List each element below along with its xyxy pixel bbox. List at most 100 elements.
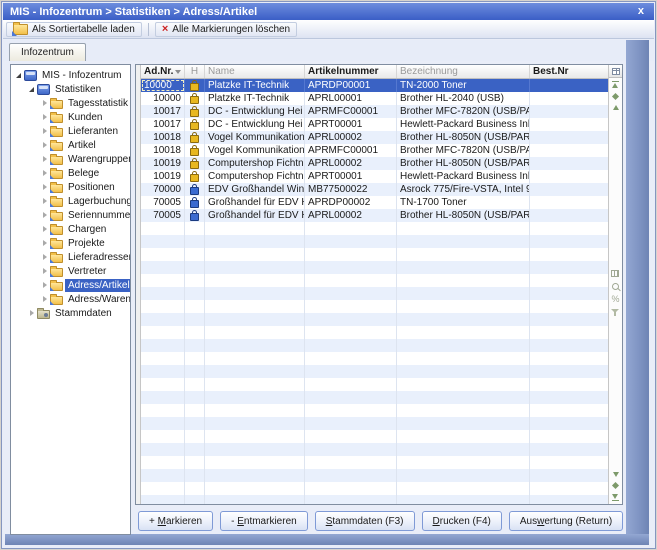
load-sort-table-button[interactable]: Als Sortiertabelle laden [6,22,142,37]
expand-arrow-icon[interactable] [40,282,49,288]
mark-button[interactable]: + Markieren [138,511,213,531]
folder-icon [50,226,63,235]
expand-arrow-icon[interactable] [27,310,36,316]
collapse-arrow-icon[interactable] [14,73,23,78]
column-header-artikelnummer[interactable]: Artikelnummer [305,65,397,78]
empty-cell [530,274,608,287]
table-row[interactable]: 10017DC - Entwicklung HeiAPRMFC00001Brot… [141,105,608,118]
unmark-button[interactable]: - Entmarkieren [220,511,308,531]
expand-arrow-icon[interactable] [40,100,49,106]
tree-item-adress-artikel[interactable]: Adress/Artikel [11,278,130,292]
expand-arrow-icon[interactable] [40,296,49,302]
table-row[interactable]: 10018Vogel KommunikationAPRL00002Brother… [141,131,608,144]
table-row[interactable]: 70005Großhandel für EDV HAPRDP00002TN-17… [141,196,608,209]
scroll-up-icon[interactable] [613,105,619,110]
table-row[interactable]: 10018Vogel KommunikationAPRMFC00001Broth… [141,144,608,157]
empty-cell [185,300,205,313]
cell-artikelnummer: APRL00002 [305,157,397,170]
tree-item-projekte[interactable]: Projekte [11,236,130,250]
jump-up-icon[interactable] [612,93,619,100]
empty-cell [141,222,185,235]
expand-arrow-icon[interactable] [40,226,49,232]
close-button[interactable]: x [635,6,647,17]
columns-icon[interactable] [611,270,619,277]
expand-arrow-icon[interactable] [40,198,49,204]
tree-item-artikel[interactable]: Artikel [11,138,130,152]
filter-icon[interactable] [611,309,619,313]
tree-item-mis-infozentrum[interactable]: MIS - Infozentrum [11,68,130,82]
collapse-arrow-icon[interactable] [27,87,36,92]
cell-bestnr [530,92,608,105]
expand-arrow-icon[interactable] [40,268,49,274]
tree-item-warengruppen[interactable]: Warengruppen [11,152,130,166]
empty-cell [305,378,397,391]
empty-cell [530,261,608,274]
expand-arrow-icon[interactable] [40,184,49,190]
search-icon[interactable] [612,283,619,290]
go-last-icon[interactable] [612,494,619,501]
table-row[interactable]: 10000Platzke IT-TechnikAPRL00001Brother … [141,92,608,105]
expand-arrow-icon[interactable] [40,240,49,246]
percent-icon[interactable]: % [611,295,619,304]
expand-arrow-icon[interactable] [40,254,49,260]
tree-item-lieferanten[interactable]: Lieferanten [11,124,130,138]
table-row[interactable]: 70005Großhandel für EDV HAPRL00002Brothe… [141,209,608,222]
data-grid: Ad.Nr.HNameArtikelnummerBezeichnungBest.… [135,64,623,505]
expand-arrow-icon[interactable] [40,156,49,162]
scroll-down-icon[interactable] [613,472,619,477]
tab-infozentrum[interactable]: Infozentrum [9,43,86,61]
jump-down-icon[interactable] [612,482,619,489]
tree-item-stammdaten[interactable]: Stammdaten [11,306,130,320]
empty-cell [141,339,185,352]
cell-artikelnummer: APRDP00002 [305,196,397,209]
tree-item-positionen[interactable]: Positionen [11,180,130,194]
table-row[interactable]: 10019Computershop FichtneAPRL00002Brothe… [141,157,608,170]
empty-cell [185,287,205,300]
expand-arrow-icon[interactable] [40,114,49,120]
tree-item-seriennummern[interactable]: Seriennummern [11,208,130,222]
column-chooser-button[interactable] [609,65,622,78]
empty-cell [205,456,305,469]
empty-cell [305,313,397,326]
blue-lock-icon [190,200,199,208]
empty-row [141,430,608,443]
expand-arrow-icon[interactable] [40,170,49,176]
tree-item-kunden[interactable]: Kunden [11,110,130,124]
empty-row [141,417,608,430]
table-row[interactable]: 10000Platzke IT-TechnikAPRDP00001TN-2000… [141,79,608,92]
expand-arrow-icon[interactable] [40,212,49,218]
folder-icon [50,170,63,179]
window-frame-bottom [5,534,649,545]
column-header-ad-nr[interactable]: Ad.Nr. [141,65,185,78]
column-header-bezeichnung[interactable]: Bezeichnung [397,65,530,78]
empty-cell [530,482,608,495]
cell-bezeichnung: Brother MFC-7820N (USB/PAR/LAN) [397,144,530,157]
expand-arrow-icon[interactable] [40,142,49,148]
table-row[interactable]: 10019Computershop FichtneAPRT00001Hewlet… [141,170,608,183]
tree-item-vertreter[interactable]: Vertreter [11,264,130,278]
column-header-h[interactable]: H [185,65,205,78]
folder-icon [50,268,63,277]
cell-lock [185,196,205,209]
table-row[interactable]: 70000EDV Großhandel WinklMB77500022Asroc… [141,183,608,196]
tree-item-statistiken[interactable]: Statistiken [11,82,130,96]
auswertung-button[interactable]: Auswertung (Return) [509,511,623,531]
column-header-name[interactable]: Name [205,65,305,78]
empty-cell [530,443,608,456]
print-button[interactable]: Drucken (F4) [422,511,502,531]
tree-item-belege[interactable]: Belege [11,166,130,180]
tree-item-adress-warengruppen[interactable]: Adress/Warengruppen [11,292,130,306]
cell-lock [185,105,205,118]
stammdaten-button[interactable]: Stammdaten (F3) [315,511,415,531]
clear-marks-button[interactable]: × Alle Markierungen löschen [155,22,297,37]
expand-arrow-icon[interactable] [40,128,49,134]
button-label-pre: + [149,516,158,527]
table-row[interactable]: 10017DC - Entwicklung HeiAPRT00001Hewlet… [141,118,608,131]
tree-item-lieferadressen[interactable]: Lieferadressen [11,250,130,264]
tree-item-chargen[interactable]: Chargen [11,222,130,236]
tree-item-label: Kunden [65,111,105,124]
column-header-best-nr[interactable]: Best.Nr [530,65,608,78]
tree-item-tagesstatistik[interactable]: Tagesstatistik [11,96,130,110]
go-first-icon[interactable] [612,81,619,88]
tree-item-lagerbuchungen[interactable]: Lagerbuchungen [11,194,130,208]
